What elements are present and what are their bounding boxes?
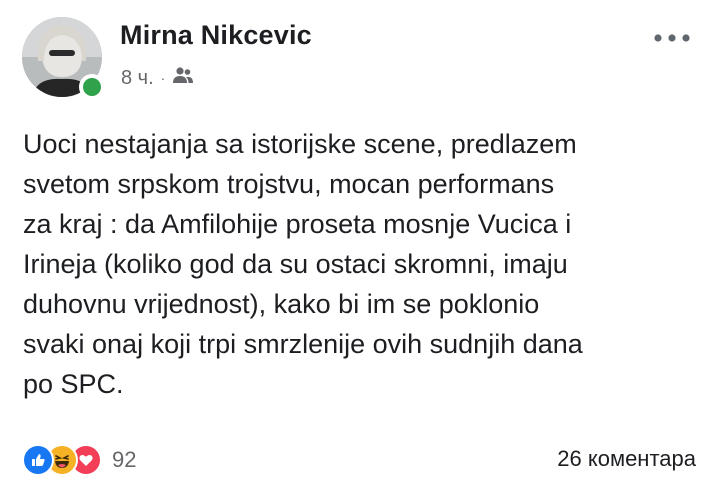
like-icon [22, 444, 54, 476]
meta-separator: · [160, 70, 166, 86]
post-timestamp[interactable]: 8 ч. [121, 67, 154, 90]
facebook-post: Mirna Nikcevic 8 ч. · Uoci nestajanja sa… [0, 0, 720, 500]
comments-count-link[interactable]: 26 коментара [557, 446, 696, 472]
post-meta: 8 ч. · [121, 66, 194, 90]
reaction-count: 92 [112, 447, 137, 472]
more-dots-icon [654, 34, 690, 42]
author-name[interactable]: Mirna Nikcevic [120, 20, 312, 51]
post-text: Uoci nestajanja sa istorijske scene, pre… [23, 129, 583, 399]
more-options-button[interactable] [649, 26, 695, 50]
online-status-indicator [79, 74, 105, 100]
friends-icon[interactable] [172, 66, 194, 90]
reactions-summary[interactable]: 92 [22, 444, 136, 476]
author-avatar[interactable] [22, 17, 105, 100]
